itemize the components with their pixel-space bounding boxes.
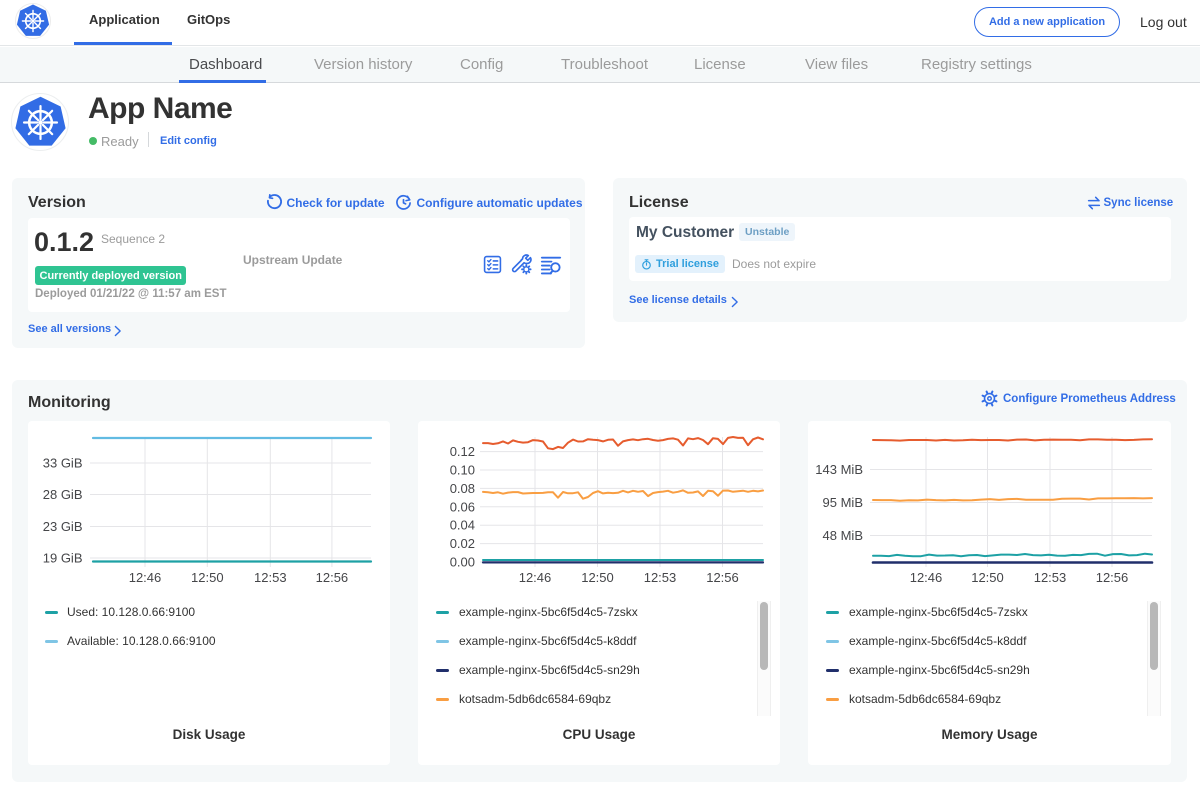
- svg-text:12:56: 12:56: [706, 570, 739, 585]
- svg-text:12:50: 12:50: [191, 570, 224, 585]
- svg-text:12:56: 12:56: [1096, 570, 1129, 585]
- svg-text:0.04: 0.04: [450, 518, 475, 533]
- svg-text:12:53: 12:53: [644, 570, 677, 585]
- svg-text:0.10: 0.10: [450, 463, 475, 478]
- svg-text:28 GiB: 28 GiB: [43, 487, 83, 502]
- svg-text:0.00: 0.00: [450, 555, 475, 570]
- svg-text:143 MiB: 143 MiB: [815, 462, 863, 477]
- svg-text:12:50: 12:50: [581, 570, 614, 585]
- svg-text:12:46: 12:46: [519, 570, 552, 585]
- svg-text:12:50: 12:50: [971, 570, 1004, 585]
- svg-text:0.12: 0.12: [450, 444, 475, 459]
- svg-text:48 MiB: 48 MiB: [823, 528, 863, 543]
- svg-text:12:46: 12:46: [129, 570, 162, 585]
- svg-text:12:56: 12:56: [316, 570, 349, 585]
- svg-text:0.02: 0.02: [450, 536, 475, 551]
- svg-text:12:46: 12:46: [910, 570, 943, 585]
- svg-text:12:53: 12:53: [1034, 570, 1067, 585]
- svg-text:19 GiB: 19 GiB: [43, 551, 83, 566]
- svg-text:12:53: 12:53: [254, 570, 287, 585]
- svg-text:0.08: 0.08: [450, 481, 475, 496]
- svg-text:0.06: 0.06: [450, 499, 475, 514]
- svg-text:33 GiB: 33 GiB: [43, 456, 83, 471]
- svg-text:95 MiB: 95 MiB: [823, 495, 863, 510]
- svg-text:23 GiB: 23 GiB: [43, 519, 83, 534]
